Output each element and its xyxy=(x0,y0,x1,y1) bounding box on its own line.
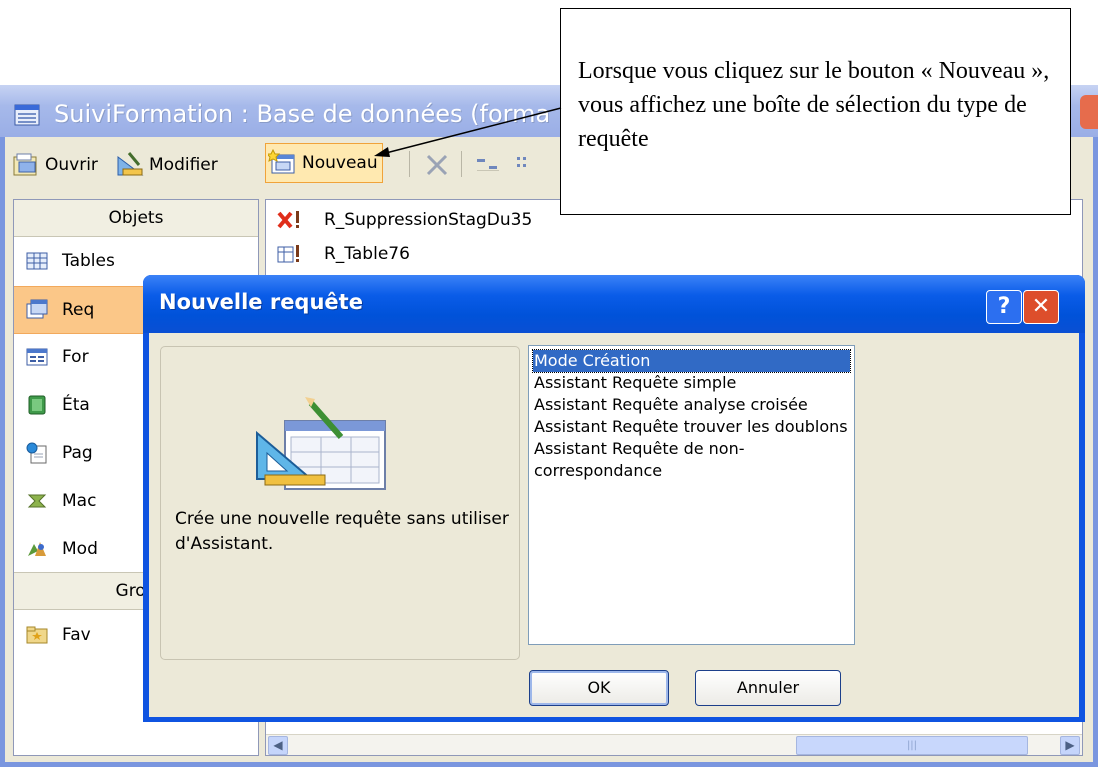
annotation-callout: Lorsque vous cliquez sur le bouton « Nou… xyxy=(560,8,1071,215)
object-label: Req xyxy=(62,300,95,320)
design-view-illustration-icon xyxy=(256,397,386,490)
modify-button[interactable]: Modifier xyxy=(115,145,218,185)
object-label: Fav xyxy=(62,625,91,645)
query-type-option[interactable]: Assistant Requête trouver les doublons xyxy=(533,416,850,438)
module-icon xyxy=(28,542,46,556)
open-label: Ouvrir xyxy=(45,155,98,175)
object-label: Tables xyxy=(62,251,115,271)
table-icon xyxy=(26,252,48,270)
main-close-button[interactable] xyxy=(1080,95,1098,129)
query-type-list[interactable]: Mode Création Assistant Requête simple A… xyxy=(528,345,855,645)
horizontal-scrollbar[interactable]: ◀ ||| ▶ xyxy=(266,734,1082,755)
scroll-right-button[interactable]: ▶ xyxy=(1060,736,1080,755)
make-table-query-icon xyxy=(277,245,299,263)
delete-query-icon xyxy=(277,211,299,229)
toolbar-separator xyxy=(461,151,462,177)
report-icon xyxy=(28,395,46,415)
close-button[interactable]: ✕ xyxy=(1023,290,1059,324)
open-button[interactable]: Ouvrir xyxy=(11,145,98,185)
new-query-icon xyxy=(268,149,295,174)
list-item-label: R_Table76 xyxy=(324,244,410,264)
open-icon xyxy=(13,153,37,176)
callout-text: Lorsque vous cliquez sur le bouton « Nou… xyxy=(578,58,1050,152)
delete-icon[interactable] xyxy=(425,153,449,177)
new-label: Nouveau xyxy=(302,153,378,173)
query-icon xyxy=(26,299,48,319)
query-type-description: Crée une nouvelle requête sans utiliser … xyxy=(175,509,509,554)
object-label: Mac xyxy=(62,491,97,511)
main-window-title: SuiviFormation : Base de données (forma xyxy=(54,100,551,128)
dialog-title: Nouvelle requête xyxy=(159,290,363,314)
object-label: For xyxy=(62,347,89,367)
small-icons-view-icon[interactable] xyxy=(515,155,541,175)
dialog-title-bar[interactable]: Nouvelle requête ? ✕ xyxy=(143,275,1085,333)
ok-button[interactable]: OK xyxy=(529,670,669,706)
favorites-folder-icon xyxy=(26,626,48,644)
database-icon xyxy=(14,104,40,126)
cancel-button[interactable]: Annuler xyxy=(695,670,841,706)
object-label: Mod xyxy=(62,539,98,559)
objects-header[interactable]: Objets xyxy=(14,200,258,237)
page-icon xyxy=(26,442,47,464)
list-item-label: R_SuppressionStagDu35 xyxy=(324,210,533,230)
new-query-dialog: Nouvelle requête ? ✕ Crée une nouvelle r… xyxy=(143,275,1085,722)
large-icons-view-icon[interactable] xyxy=(475,155,501,175)
object-label: Pag xyxy=(62,443,93,463)
dialog-body: Crée une nouvelle requête sans utiliser … xyxy=(149,333,1079,717)
macro-icon xyxy=(27,494,47,508)
scrollbar-thumb[interactable]: ||| xyxy=(796,736,1028,755)
list-item[interactable]: R_SuppressionStagDu35 xyxy=(276,206,532,234)
design-ruler-icon xyxy=(117,152,144,176)
query-type-option[interactable]: Assistant Requête de non-correspondance xyxy=(533,438,850,480)
form-icon xyxy=(26,348,48,366)
query-type-option[interactable]: Assistant Requête simple xyxy=(533,372,850,394)
scroll-left-button[interactable]: ◀ xyxy=(268,736,288,755)
query-type-option[interactable]: Assistant Requête analyse croisée xyxy=(533,394,850,416)
toolbar-separator xyxy=(409,151,410,177)
query-type-option[interactable]: Mode Création xyxy=(532,349,851,373)
help-button[interactable]: ? xyxy=(986,290,1022,324)
list-item[interactable]: R_Table76 xyxy=(276,240,410,268)
modify-label: Modifier xyxy=(149,155,218,175)
object-label: Éta xyxy=(62,395,90,415)
preview-panel: Crée une nouvelle requête sans utiliser … xyxy=(160,346,520,660)
new-button[interactable]: Nouveau xyxy=(265,143,383,183)
